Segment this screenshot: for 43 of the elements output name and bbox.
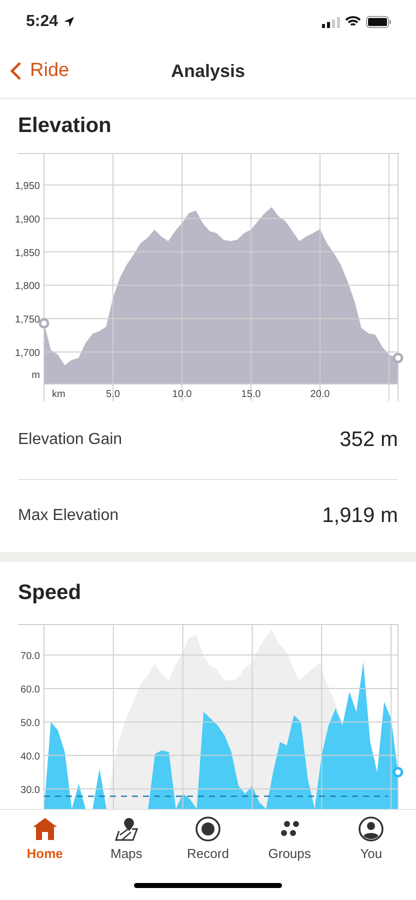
screen-title: Analysis: [170, 60, 246, 82]
axis-label: 30.0: [20, 784, 40, 796]
axis-unit: m: [32, 370, 40, 381]
axis-label: 1,950: [14, 181, 40, 192]
axis-label: 20.0: [310, 389, 330, 400]
location-arrow-icon: [63, 16, 76, 28]
record-icon: [194, 816, 221, 842]
axis-unit: km: [52, 389, 66, 400]
back-link[interactable]: Ride: [10, 60, 171, 82]
end-marker: [392, 352, 404, 364]
section-title: Elevation: [17, 113, 112, 139]
tab-bar-item[interactable]: Home: [10, 816, 80, 861]
axis-label: 1,700: [14, 348, 40, 359]
end-marker: [392, 766, 404, 778]
section-title: Speed: [17, 580, 82, 606]
wifi-icon: [345, 16, 361, 28]
axis-label: 1,800: [14, 281, 40, 292]
end-marker: [38, 318, 50, 328]
stat-label: Elevation Gain: [18, 431, 122, 449]
profile-icon: [358, 816, 384, 842]
stat-label: Max Elevation: [18, 507, 118, 525]
stat-value: 352 m: [340, 428, 398, 452]
axis-label: 15.0: [241, 389, 261, 400]
axis-label: 40.0: [20, 751, 40, 762]
status-time: 5:24: [26, 13, 58, 31]
tab-bar-item[interactable]: You: [336, 816, 406, 861]
axis-label: 10.0: [172, 389, 192, 400]
axis-label: 1,750: [14, 314, 40, 326]
tab-bar-item[interactable]: Maps: [91, 816, 162, 861]
axis-label: 70.0: [20, 650, 40, 662]
tab-bar-item[interactable]: Groups: [254, 816, 325, 861]
axis-label: 1,850: [14, 248, 40, 259]
stat-value: 1,919 m: [322, 504, 398, 528]
tab-bar-item[interactable]: Record: [172, 816, 243, 861]
battery-icon: [366, 16, 392, 28]
axis-label: 5.0: [106, 389, 120, 400]
signal-icon: [322, 16, 340, 28]
axis-label: 1,900: [14, 214, 40, 226]
chevron-left-icon: [10, 61, 22, 81]
home-icon: [32, 816, 58, 842]
map-pin-icon: [113, 816, 140, 842]
axis-label: 60.0: [20, 684, 40, 696]
axis-label: 50.0: [20, 718, 40, 729]
